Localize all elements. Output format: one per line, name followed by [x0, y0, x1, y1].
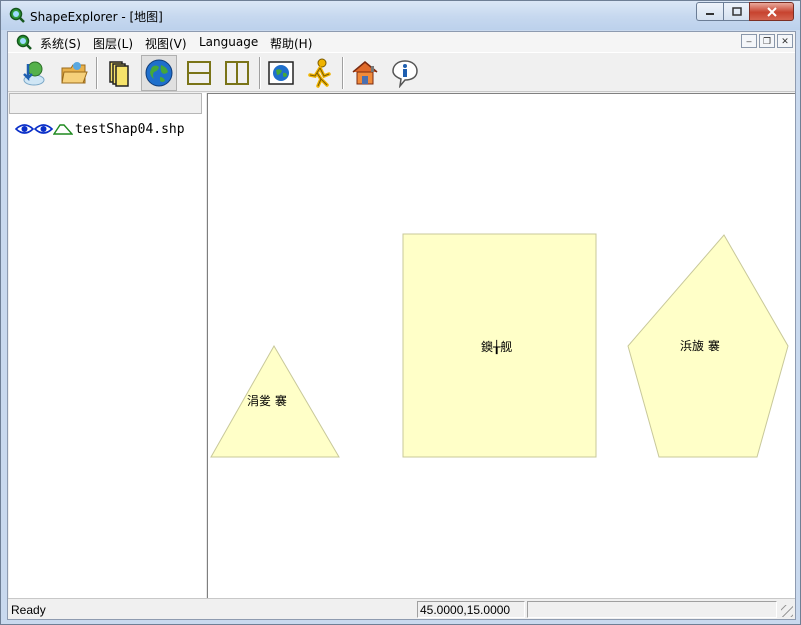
toolbar-separator [342, 57, 344, 89]
title-bar[interactable]: ShapeExplorer - [地图] [1, 1, 800, 30]
globe-button[interactable] [141, 55, 177, 91]
app-window: ShapeExplorer - [地图] 系统(S) 图层(L) 视图(V) L… [0, 0, 801, 625]
close-icon [766, 6, 777, 17]
maximize-icon [731, 7, 742, 16]
document-globe-icon[interactable] [16, 34, 32, 50]
menu-layer[interactable]: 图层(L) [93, 35, 133, 52]
globe-icon [145, 59, 173, 87]
minimize-icon: ‒ [746, 36, 752, 46]
map-image-button[interactable] [263, 55, 299, 91]
toolbar [8, 52, 795, 92]
rectangle-label: 鐭╁舰 [481, 339, 512, 354]
layer-panel: testShap04.shp [9, 93, 206, 598]
toolbar-separator [96, 57, 98, 89]
client-area: 系统(S) 图层(L) 视图(V) Language 帮助(H) ‒ ❐ ✕ t… [7, 31, 796, 620]
download-globe-icon [23, 61, 45, 86]
menu-bar: 系统(S) 图层(L) 视图(V) Language 帮助(H) ‒ ❐ ✕ [8, 32, 795, 52]
map-canvas: 涓夎 褰 鐭╁舰 浜旇 褰 [210, 233, 789, 458]
status-pane-extra [527, 601, 777, 618]
split-horizontal-icon [187, 61, 211, 85]
open-folder-icon [61, 62, 88, 84]
info-button[interactable] [387, 55, 423, 91]
menu-language[interactable]: Language [199, 35, 258, 49]
menu-help[interactable]: 帮助(H) [270, 35, 312, 52]
layer-item[interactable]: testShap04.shp [15, 121, 185, 137]
selectable-eye-icon[interactable] [34, 123, 53, 135]
globe-magnifier-icon [9, 7, 25, 23]
download-button[interactable] [16, 55, 52, 91]
coordinate-text: 45.0000,15.0000 [420, 603, 511, 617]
status-text: Ready [11, 603, 46, 617]
split-vertical-button[interactable] [219, 55, 255, 91]
restore-icon: ❐ [762, 36, 772, 46]
triangle-label: 涓夎 褰 [247, 393, 287, 408]
mdi-minimize-button[interactable]: ‒ [741, 34, 757, 48]
running-man-icon [308, 58, 331, 88]
layer-panel-header [9, 93, 202, 114]
close-icon: ✕ [781, 36, 789, 46]
resize-grip[interactable] [781, 605, 793, 617]
coordinate-readout: 45.0000,15.0000 [417, 601, 525, 618]
toolbar-separator [259, 57, 261, 89]
visible-eye-icon[interactable] [15, 123, 34, 135]
menu-view[interactable]: 视图(V) [145, 35, 187, 52]
minimize-button[interactable] [696, 2, 723, 21]
maximize-button[interactable] [723, 2, 749, 21]
house-tools-icon [352, 61, 378, 85]
map-image-icon [268, 61, 294, 85]
menu-system[interactable]: 系统(S) [40, 35, 81, 52]
close-button[interactable] [749, 2, 794, 21]
mdi-close-button[interactable]: ✕ [777, 34, 793, 48]
pentagon-label: 浜旇 褰 [680, 338, 720, 353]
layers-stack-icon [109, 61, 129, 87]
minimize-icon [706, 12, 714, 15]
split-vertical-icon [225, 61, 249, 85]
polygon-layer-icon [53, 124, 73, 135]
layer-name: testShap04.shp [75, 121, 185, 137]
info-icon [392, 60, 418, 88]
run-button[interactable] [301, 55, 337, 91]
open-button[interactable] [56, 55, 92, 91]
house-tools-button[interactable] [347, 55, 383, 91]
split-horizontal-button[interactable] [181, 55, 217, 91]
window-title: ShapeExplorer - [地图] [30, 10, 163, 24]
map-view[interactable]: 涓夎 褰 鐭╁舰 浜旇 褰 [208, 93, 795, 598]
mdi-restore-button[interactable]: ❐ [759, 34, 775, 48]
status-bar: Ready 45.0000,15.0000 [8, 598, 795, 619]
layers-button[interactable] [101, 55, 137, 91]
